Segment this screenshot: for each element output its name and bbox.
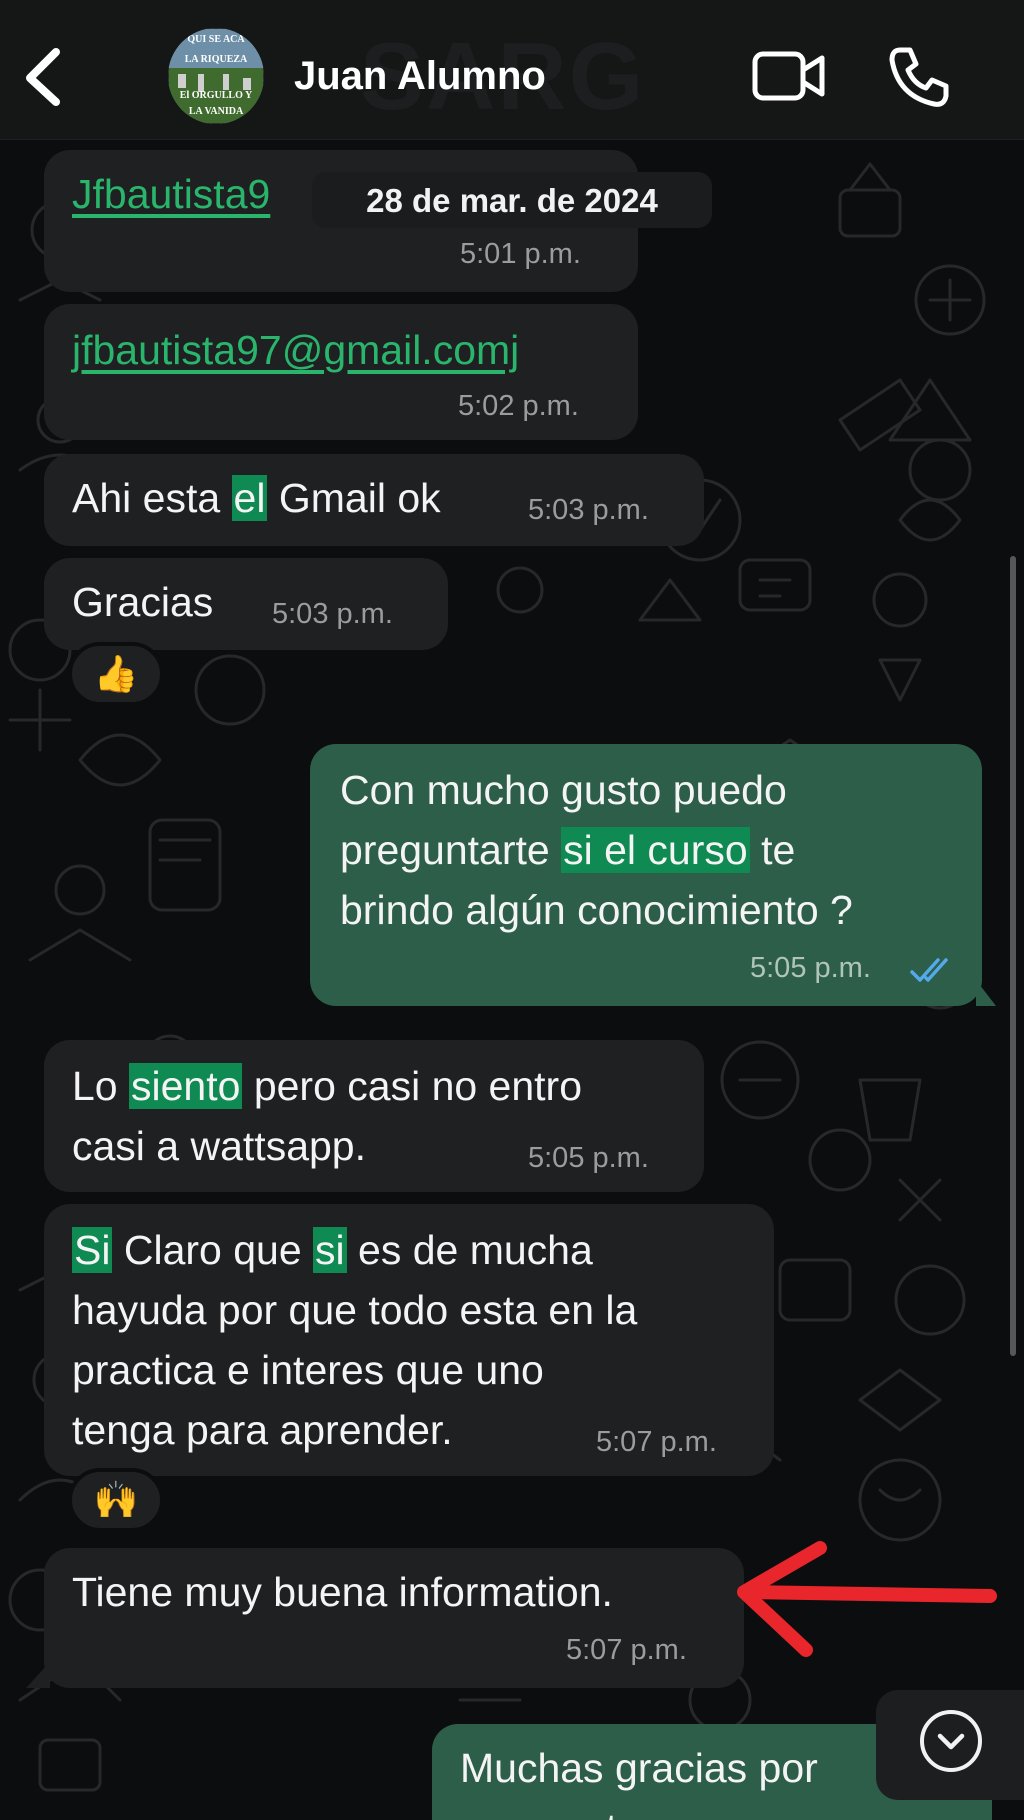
scrollbar[interactable] xyxy=(1010,556,1016,1356)
avatar-caption-1: QUI SE ACA xyxy=(187,34,245,45)
message-time: 5:03 p.m. xyxy=(272,598,393,630)
message-text: Tiene muy buena information. xyxy=(72,1569,613,1615)
message-text: casi a wattsapp. xyxy=(72,1123,366,1169)
message-text: Gracias xyxy=(72,579,214,625)
message-text: preguntarte si el curso te xyxy=(340,820,795,880)
message-text: respuesta xyxy=(460,1798,640,1820)
message-text: Si Claro que si es de mucha xyxy=(72,1220,593,1280)
search-highlight: siento xyxy=(129,1063,243,1109)
message-text: practica e interes que uno xyxy=(72,1347,544,1393)
avatar-caption-2: LA RIQUEZA xyxy=(184,54,248,65)
date-separator-text: 28 de mar. de 2024 xyxy=(366,182,658,219)
message-link[interactable]: Jfbautista9 xyxy=(72,164,270,224)
thumbs-up-icon: 👍 xyxy=(93,653,139,694)
message-time: 5:07 p.m. xyxy=(596,1426,717,1458)
bubble-tail xyxy=(976,980,996,1006)
message-text-part: Lo xyxy=(72,1063,129,1109)
message-text-part: Claro que xyxy=(112,1227,314,1273)
message-time: 5:07 p.m. xyxy=(566,1634,687,1666)
message-time: 5:05 p.m. xyxy=(750,952,871,984)
message-text-part: pero casi no entro xyxy=(242,1063,583,1109)
video-camera-icon xyxy=(752,51,825,101)
search-highlight: si el curso xyxy=(561,827,750,873)
message-bubble-incoming[interactable]: jfbautista97@gmail.comj 5:02 p.m. xyxy=(44,304,638,440)
search-highlight: el xyxy=(231,475,268,521)
message-text: Lo siento pero casi no entro xyxy=(72,1056,582,1116)
chevron-down-icon xyxy=(920,1710,982,1772)
message-text-part: preguntarte xyxy=(340,827,562,873)
reaction-badge[interactable]: 🙌 xyxy=(68,1468,164,1532)
message-time: 5:05 p.m. xyxy=(528,1142,649,1174)
message-bubble-incoming[interactable]: Ahi esta el Gmail ok 5:03 p.m. xyxy=(44,454,704,546)
search-highlight: si xyxy=(313,1227,347,1273)
raised-hands-icon: 🙌 xyxy=(93,1479,139,1520)
message-text: brindo algún conocimiento ? xyxy=(340,887,853,933)
message-text: hayuda por que todo esta en la xyxy=(72,1287,638,1333)
message-link[interactable]: jfbautista97@gmail.comj xyxy=(72,320,519,380)
bubble-tail xyxy=(26,1662,50,1688)
back-button[interactable] xyxy=(18,46,68,106)
contact-name[interactable]: Juan Alumno xyxy=(294,54,546,99)
message-text-part: es de mucha xyxy=(346,1227,593,1273)
reaction-badge[interactable]: 👍 xyxy=(68,642,164,706)
message-time: 5:01 p.m. xyxy=(460,238,581,270)
chevron-left-icon xyxy=(26,48,60,106)
message-bubble-outgoing[interactable]: Con mucho gusto puedo preguntarte si el … xyxy=(310,744,982,1006)
message-bubble-incoming[interactable]: Si Claro que si es de mucha hayuda por q… xyxy=(44,1204,774,1476)
chat-header: SARG QUI SE ACA LA RIQUEZA El ORGULLO Y … xyxy=(0,0,1024,140)
message-text: Con mucho gusto puedo xyxy=(340,767,787,813)
phone-icon xyxy=(889,47,949,107)
message-text: Muchas gracias por xyxy=(460,1745,818,1791)
search-highlight: Si xyxy=(72,1227,113,1273)
message-time: 5:02 p.m. xyxy=(458,390,579,422)
date-separator: 28 de mar. de 2024 xyxy=(312,172,712,228)
voice-call-button[interactable] xyxy=(886,44,952,110)
video-call-button[interactable] xyxy=(752,48,826,104)
double-check-read-icon xyxy=(910,958,948,982)
message-time: 5:03 p.m. xyxy=(528,494,649,526)
message-text-part: te xyxy=(749,827,796,873)
message-text: tenga para aprender. xyxy=(72,1407,453,1453)
annotation-arrow xyxy=(737,1541,997,1657)
message-bubble-incoming[interactable]: Gracias 5:03 p.m. xyxy=(44,558,448,650)
avatar-caption-3: El ORGULLO Y xyxy=(179,90,253,101)
message-bubble-incoming[interactable]: Tiene muy buena information. 5:07 p.m. xyxy=(44,1548,744,1688)
message-text-part: Ahi esta xyxy=(72,475,232,521)
message-text: Ahi esta el Gmail ok xyxy=(72,468,441,528)
message-text-part: Gmail ok xyxy=(267,475,441,521)
avatar[interactable]: QUI SE ACA LA RIQUEZA El ORGULLO Y LA VA… xyxy=(168,28,264,124)
scroll-to-bottom-button[interactable] xyxy=(876,1690,1024,1800)
avatar-caption-4: LA VANIDA xyxy=(188,106,244,117)
message-bubble-incoming[interactable]: Lo siento pero casi no entro casi a watt… xyxy=(44,1040,704,1192)
